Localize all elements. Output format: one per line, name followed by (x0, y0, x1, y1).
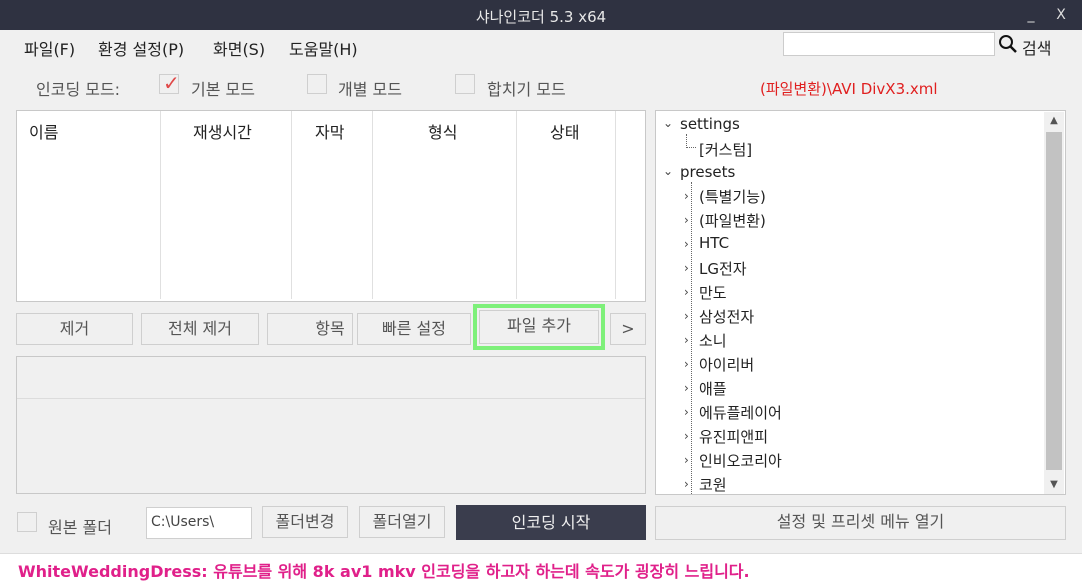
window-title: 샤나인코더 5.3 x64 (475, 8, 607, 26)
column-divider (516, 111, 517, 299)
collapsed-chevron-icon[interactable]: › (684, 429, 689, 443)
info-panel (16, 356, 646, 494)
collapsed-chevron-icon[interactable]: › (684, 213, 689, 227)
more-button[interactable]: > (610, 313, 646, 345)
collapsed-chevron-icon[interactable]: › (684, 405, 689, 419)
merge-mode-checkbox[interactable] (455, 74, 475, 94)
column-divider (615, 111, 616, 299)
collapsed-chevron-icon[interactable]: › (684, 309, 689, 323)
open-settings-menu-button[interactable]: 설정 및 프리셋 메뉴 열기 (655, 506, 1066, 540)
info-panel-divider (17, 398, 645, 399)
collapsed-chevron-icon[interactable]: › (684, 285, 689, 299)
tree-item-iriver[interactable]: 아이리버 (699, 354, 754, 375)
collapsed-chevron-icon[interactable]: › (684, 333, 689, 347)
collapsed-chevron-icon[interactable]: › (684, 453, 689, 467)
column-name[interactable]: 이름 (29, 119, 58, 143)
column-divider (372, 111, 373, 299)
check-icon: ✓ (163, 71, 180, 95)
preset-path: (파일변환)\AVI DivX3.xml (760, 80, 938, 98)
menu-help[interactable]: 도움말(H) (289, 36, 358, 60)
tree-item-htc[interactable]: HTC (699, 234, 729, 252)
tree-connector (686, 134, 687, 148)
tree-item-eugene[interactable]: 유진피앤피 (699, 426, 768, 447)
merge-mode-label[interactable]: 합치기 모드 (487, 76, 566, 100)
collapsed-chevron-icon[interactable]: › (684, 261, 689, 275)
basic-mode-checkbox[interactable]: ✓ (159, 71, 180, 95)
start-encoding-button[interactable]: 인코딩 시작 (456, 505, 646, 540)
change-folder-button[interactable]: 폴더변경 (262, 506, 348, 538)
tree-connector (691, 182, 692, 494)
search-input[interactable] (783, 32, 995, 56)
close-button[interactable]: X (1048, 3, 1074, 27)
column-divider (291, 111, 292, 299)
search-label[interactable]: 검색 (1022, 35, 1051, 59)
add-file-highlight (473, 304, 605, 350)
collapsed-chevron-icon[interactable]: › (684, 381, 689, 395)
expand-icon[interactable]: ⌄ (663, 116, 673, 130)
tree-item-custom[interactable]: [커스텀] (699, 139, 752, 160)
column-divider (160, 111, 161, 299)
tree-scrollbar[interactable]: ▲ ▼ (1044, 112, 1064, 494)
items-button[interactable]: 항목 (267, 313, 353, 345)
individual-mode-label[interactable]: 개별 모드 (338, 76, 402, 100)
tree-item-mando[interactable]: 만도 (699, 282, 727, 303)
tree-item-lg[interactable]: LG전자 (699, 258, 747, 279)
column-duration[interactable]: 재생시간 (193, 119, 252, 143)
tree-item-apple[interactable]: 애플 (699, 378, 727, 399)
expand-icon[interactable]: ⌄ (663, 164, 673, 178)
tree-item-sony[interactable]: 소니 (699, 330, 727, 351)
tree-item-presets[interactable]: presets (680, 163, 735, 181)
column-status[interactable]: 상태 (550, 119, 579, 143)
minimize-button[interactable]: _ (1018, 3, 1044, 27)
tree-item-settings[interactable]: settings (680, 115, 740, 133)
menu-file[interactable]: 파일(F) (24, 36, 75, 60)
column-subtitle[interactable]: 자막 (315, 119, 344, 143)
title-bar: 샤나인코더 5.3 x64 _ X (0, 0, 1082, 30)
file-list-table[interactable]: 이름 재생시간 자막 형식 상태 (16, 110, 646, 302)
scroll-up-icon[interactable]: ▲ (1044, 112, 1064, 130)
tree-item-samsung[interactable]: 삼성전자 (699, 306, 754, 327)
tree-item-eduplayer[interactable]: 에듀플레이어 (699, 402, 782, 423)
individual-mode-checkbox[interactable] (307, 74, 327, 94)
status-message: WhiteWeddingDress: 유튜브를 위해 8k av1 mkv 인코… (0, 553, 1082, 586)
scroll-down-icon[interactable]: ▼ (1044, 476, 1064, 494)
remove-all-button[interactable]: 전체 제거 (141, 313, 259, 345)
menu-settings[interactable]: 환경 설정(P) (98, 36, 184, 60)
source-folder-checkbox[interactable] (17, 512, 37, 532)
collapsed-chevron-icon[interactable]: › (684, 477, 689, 491)
collapsed-chevron-icon[interactable]: › (684, 357, 689, 371)
quick-settings-button[interactable]: 빠른 설정 (357, 313, 471, 345)
tree-connector (686, 147, 696, 148)
collapsed-chevron-icon[interactable]: › (684, 189, 689, 203)
source-folder-label[interactable]: 원본 폴더 (48, 514, 112, 538)
search-icon[interactable] (998, 34, 1018, 54)
basic-mode-label[interactable]: 기본 모드 (191, 76, 255, 100)
remove-button[interactable]: 제거 (16, 313, 133, 345)
collapsed-chevron-icon[interactable]: › (684, 237, 689, 251)
open-folder-button[interactable]: 폴더열기 (359, 506, 445, 538)
menu-screen[interactable]: 화면(S) (213, 36, 265, 60)
tree-item-special[interactable]: (특별기능) (699, 186, 766, 207)
tree-item-file-convert[interactable]: (파일변환) (699, 210, 766, 231)
encoding-mode-label: 인코딩 모드: (36, 80, 121, 99)
output-path-field[interactable]: C:\Users\ (146, 507, 252, 539)
tree-item-invio[interactable]: 인비오코리아 (699, 450, 782, 471)
scroll-thumb[interactable] (1046, 132, 1062, 470)
tree-item-cowon[interactable]: 코원 (699, 474, 727, 495)
column-format[interactable]: 형식 (428, 119, 457, 143)
